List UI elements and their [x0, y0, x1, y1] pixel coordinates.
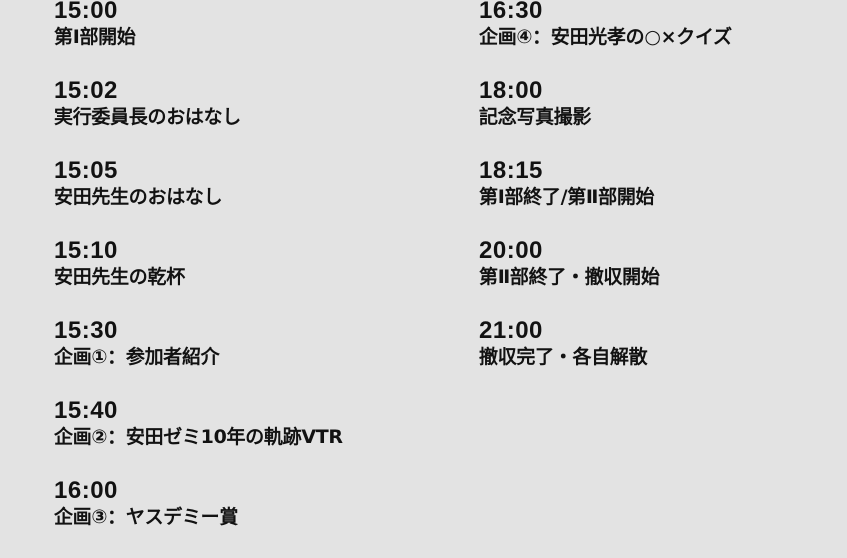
schedule: 15:00 第Ⅰ部開始 15:02 実行委員長のおはなし 15:05 安田先生の… — [0, 0, 847, 541]
schedule-entry: 21:00 撤収完了・各自解散 — [479, 318, 839, 398]
entry-time: 15:02 — [54, 77, 118, 104]
entry-time: 15:40 — [54, 397, 118, 424]
entry-time: 18:15 — [479, 157, 543, 184]
entry-label: 企画④：安田光孝の○×クイズ — [479, 26, 732, 48]
entry-label: 安田先生の乾杯 — [54, 266, 185, 288]
entry-time: 20:00 — [479, 237, 543, 264]
schedule-entry: 18:15 第Ⅰ部終了/第Ⅱ部開始 — [479, 158, 839, 238]
entry-label: 記念写真撮影 — [479, 106, 592, 128]
schedule-entry: 16:00 企画③：ヤスデミー賞 — [54, 478, 444, 558]
entry-label: 企画③：ヤスデミー賞 — [54, 506, 239, 528]
schedule-entry: 15:05 安田先生のおはなし — [54, 158, 444, 238]
entry-label: 第Ⅰ部開始 — [54, 26, 136, 48]
entry-label: 企画①：参加者紹介 — [54, 346, 220, 368]
schedule-entry: 18:00 記念写真撮影 — [479, 78, 839, 158]
entry-time: 16:30 — [479, 0, 543, 24]
schedule-entry: 15:02 実行委員長のおはなし — [54, 78, 444, 158]
schedule-entry: 15:10 安田先生の乾杯 — [54, 238, 444, 318]
entry-label: 企画②：安田ゼミ10年の軌跡VTR — [54, 426, 343, 448]
entry-time: 15:30 — [54, 317, 118, 344]
entry-label: 安田先生のおはなし — [54, 186, 223, 208]
entry-label: 第Ⅱ部終了・撤収開始 — [479, 266, 660, 288]
schedule-column-left: 15:00 第Ⅰ部開始 15:02 実行委員長のおはなし 15:05 安田先生の… — [54, 0, 444, 558]
schedule-entry: 15:30 企画①：参加者紹介 — [54, 318, 444, 398]
entry-label: 第Ⅰ部終了/第Ⅱ部開始 — [479, 186, 655, 208]
entry-time: 16:00 — [54, 477, 118, 504]
entry-label: 実行委員長のおはなし — [54, 106, 242, 128]
entry-time: 15:05 — [54, 157, 118, 184]
entry-time: 21:00 — [479, 317, 543, 344]
schedule-entry: 20:00 第Ⅱ部終了・撤収開始 — [479, 238, 839, 318]
entry-label: 撤収完了・各自解散 — [479, 346, 648, 368]
entry-time: 15:10 — [54, 237, 118, 264]
schedule-entry: 15:00 第Ⅰ部開始 — [54, 0, 444, 78]
schedule-entry: 16:30 企画④：安田光孝の○×クイズ — [479, 0, 839, 78]
entry-time: 18:00 — [479, 77, 543, 104]
entry-time: 15:00 — [54, 0, 118, 24]
schedule-column-right: 16:30 企画④：安田光孝の○×クイズ 18:00 記念写真撮影 18:15 … — [479, 0, 839, 398]
schedule-entry: 15:40 企画②：安田ゼミ10年の軌跡VTR — [54, 398, 444, 478]
